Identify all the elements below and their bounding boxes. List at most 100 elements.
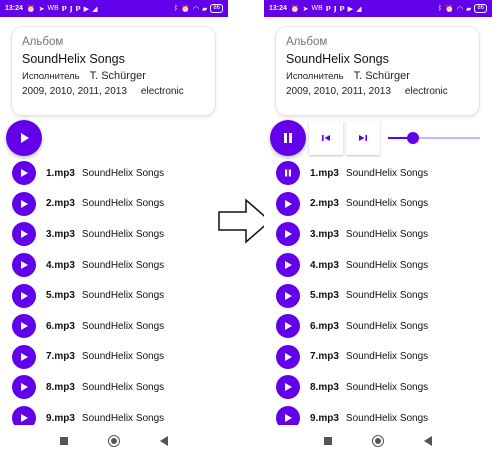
track-play-button[interactable] — [12, 344, 36, 369]
play-icon — [285, 291, 292, 300]
main-pause-button[interactable] — [270, 120, 306, 156]
play-icon — [285, 230, 292, 239]
player-controls — [6, 120, 42, 156]
album-caption: Альбом — [22, 36, 64, 48]
home-icon[interactable] — [108, 435, 120, 447]
nav-bar — [0, 425, 228, 457]
artist-label: Исполнитель — [22, 71, 80, 82]
list-item[interactable]: 2.mp3 SoundHelix Songs — [12, 189, 164, 220]
track-play-button[interactable] — [276, 314, 300, 339]
slider-thumb[interactable] — [406, 132, 419, 144]
notification-arrow-icon: ➤ — [302, 5, 309, 13]
list-item[interactable]: 3.mp3 SoundHelix Songs — [276, 219, 428, 250]
list-item[interactable]: 8.mp3 SoundHelix Songs — [276, 372, 428, 403]
recents-icon[interactable] — [324, 437, 332, 445]
status-time: 13:24 — [269, 5, 287, 12]
track-file: 2.mp3 — [46, 198, 75, 210]
skip-next-button[interactable] — [346, 121, 380, 155]
list-item[interactable]: 1.mp3 SoundHelix Songs — [12, 158, 164, 189]
list-item[interactable]: 6.mp3 SoundHelix Songs — [276, 311, 428, 342]
main-play-button[interactable] — [6, 120, 42, 156]
artist-name: T. Schürger — [353, 70, 410, 82]
track-play-button[interactable] — [12, 375, 36, 400]
telegram-icon: ◢ — [356, 5, 362, 13]
track-play-button[interactable] — [276, 375, 300, 400]
back-icon[interactable] — [160, 436, 168, 446]
progress-slider[interactable] — [388, 130, 480, 146]
player-controls — [270, 120, 480, 156]
list-item[interactable]: 4.mp3 SoundHelix Songs — [276, 250, 428, 281]
list-item[interactable]: 3.mp3 SoundHelix Songs — [12, 219, 164, 250]
bluetooth-icon: ᛒ — [173, 5, 179, 12]
wifi-icon: ◠ — [456, 5, 463, 13]
track-file: 3.mp3 — [310, 228, 339, 240]
track-file: 8.mp3 — [310, 381, 339, 393]
track-album: SoundHelix Songs — [345, 320, 429, 332]
list-item[interactable]: 6.mp3 SoundHelix Songs — [12, 311, 164, 342]
notification-text: WB — [311, 5, 323, 12]
album-card: Альбом SoundHelix Songs Исполнитель T. S… — [12, 27, 215, 115]
track-play-button[interactable] — [12, 283, 36, 308]
play-icon — [21, 230, 28, 239]
list-item[interactable]: 8.mp3 SoundHelix Songs — [12, 372, 164, 403]
track-album: SoundHelix Songs — [81, 198, 165, 210]
track-play-button[interactable] — [276, 191, 300, 216]
track-play-button[interactable] — [12, 222, 36, 247]
nav-bar — [264, 425, 492, 457]
home-icon[interactable] — [372, 435, 384, 447]
track-file: 4.mp3 — [46, 259, 75, 271]
play-icon — [21, 383, 28, 392]
list-item[interactable]: 7.mp3 SoundHelix Songs — [276, 342, 428, 373]
track-album: SoundHelix Songs — [345, 228, 429, 240]
track-album: SoundHelix Songs — [345, 259, 429, 271]
track-play-button[interactable] — [12, 191, 36, 216]
screen-before: 13:24 ⏰ ➤ WB 𝗣 𝗝 𝗣 ▶ ◢ ᛒ ⏰ ◠ ▰ 86 Альбом… — [0, 0, 228, 457]
track-play-button[interactable] — [276, 344, 300, 369]
pause-icon — [284, 133, 292, 143]
track-play-button[interactable] — [12, 314, 36, 339]
track-file: 1.mp3 — [310, 167, 339, 179]
play-icon — [21, 133, 29, 143]
track-pause-button[interactable] — [276, 161, 300, 186]
list-item[interactable]: 2.mp3 SoundHelix Songs — [276, 189, 428, 220]
notification-arrow-icon: ➤ — [38, 5, 45, 13]
recents-icon[interactable] — [60, 437, 68, 445]
album-title: SoundHelix Songs — [22, 52, 125, 66]
track-album: SoundHelix Songs — [345, 381, 429, 393]
play-icon — [21, 352, 28, 361]
track-play-button[interactable] — [276, 253, 300, 278]
list-item[interactable]: 5.mp3 SoundHelix Songs — [12, 280, 164, 311]
play-icon — [285, 414, 292, 423]
back-icon[interactable] — [424, 436, 432, 446]
pause-icon — [285, 169, 291, 177]
status-time: 13:24 — [5, 5, 23, 12]
track-album: SoundHelix Songs — [345, 198, 429, 210]
track-album: SoundHelix Songs — [345, 167, 429, 179]
bluetooth-icon: ᛒ — [437, 5, 443, 12]
list-item[interactable]: 1.mp3 SoundHelix Songs — [276, 158, 428, 189]
play-icon — [285, 199, 292, 208]
track-album: SoundHelix Songs — [81, 259, 165, 271]
screen-after: 13:24 ⏰ ➤ WB 𝗣 𝗝 𝗣 ▶ ◢ ᛒ ⏰ ◠ ▰ 86 Альбом… — [264, 0, 492, 457]
track-album: SoundHelix Songs — [345, 412, 429, 424]
list-item[interactable]: 5.mp3 SoundHelix Songs — [276, 280, 428, 311]
track-album: SoundHelix Songs — [345, 351, 429, 363]
alarm-icon: ⏰ — [290, 5, 300, 13]
track-play-button[interactable] — [12, 253, 36, 278]
album-genre: electronic — [140, 86, 184, 97]
list-item[interactable]: 7.mp3 SoundHelix Songs — [12, 342, 164, 373]
list-item[interactable]: 4.mp3 SoundHelix Songs — [12, 250, 164, 281]
app-p-icon: 𝗣 — [61, 5, 67, 13]
play-icon — [21, 322, 28, 331]
skip-previous-button[interactable] — [309, 121, 343, 155]
album-title: SoundHelix Songs — [286, 52, 389, 66]
play-icon — [21, 291, 28, 300]
track-play-button[interactable] — [276, 222, 300, 247]
track-play-button[interactable] — [276, 283, 300, 308]
track-album: SoundHelix Songs — [345, 290, 429, 302]
play-icon — [21, 414, 28, 423]
play-icon — [21, 261, 28, 270]
track-play-button[interactable] — [12, 161, 36, 186]
track-album: SoundHelix Songs — [81, 412, 165, 424]
track-album: SoundHelix Songs — [81, 167, 165, 179]
